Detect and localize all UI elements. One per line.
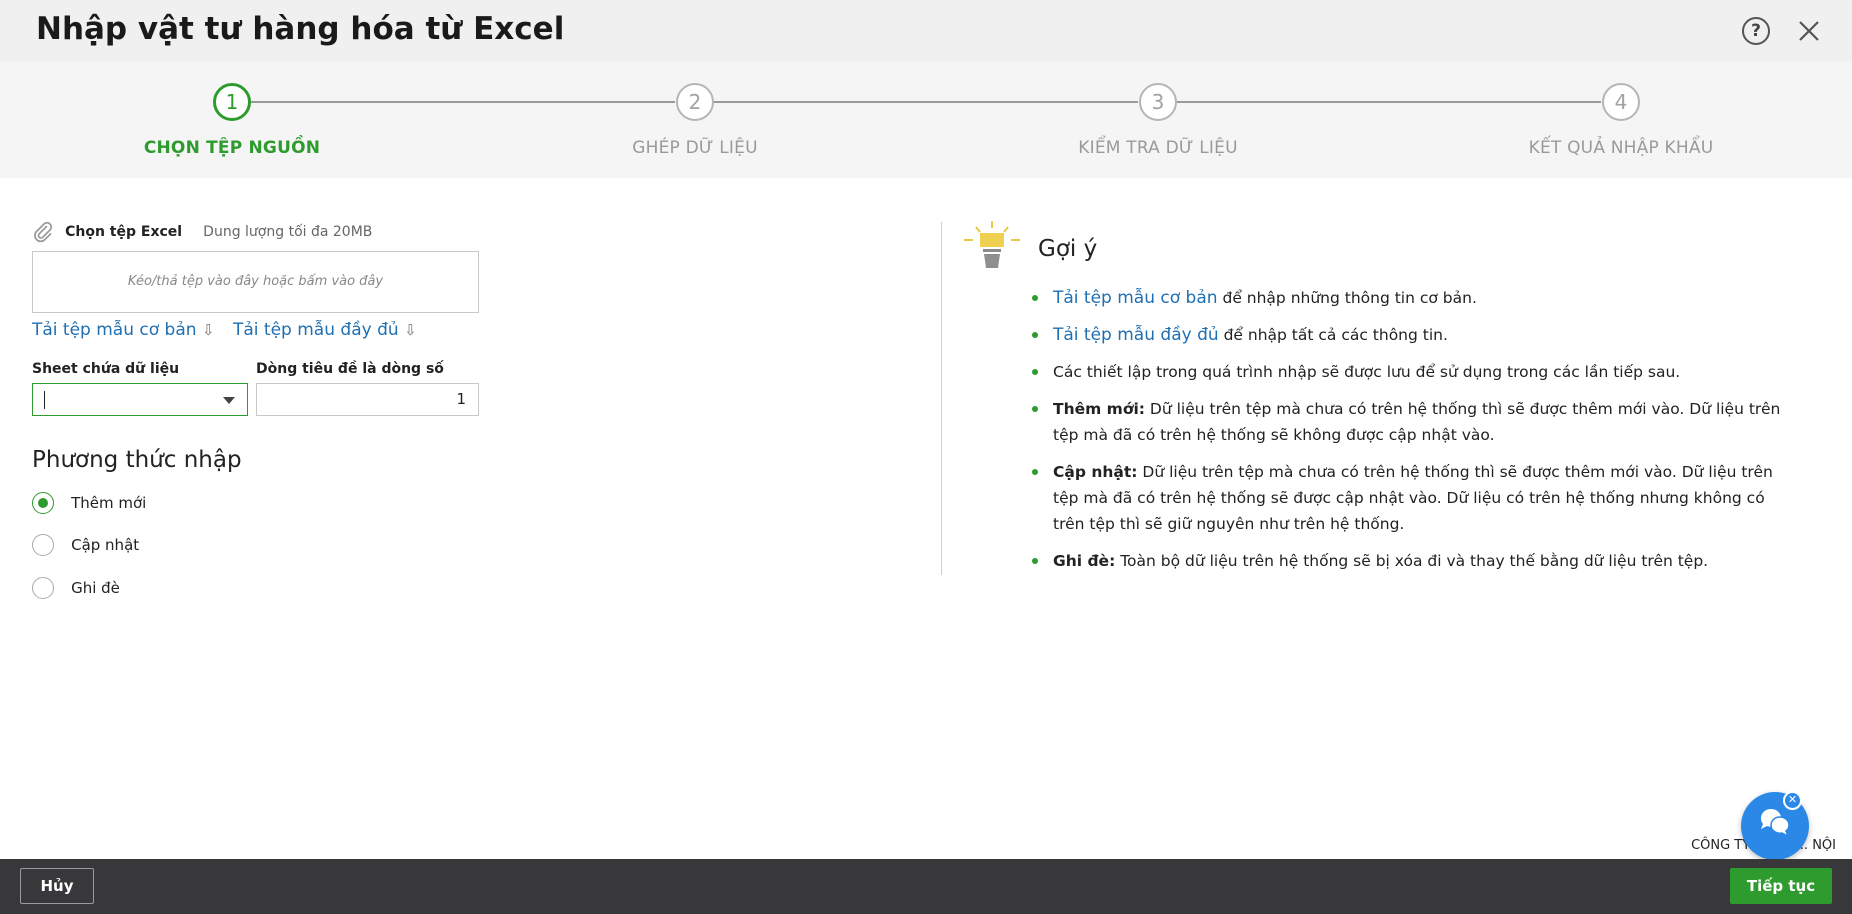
file-section-header: Chọn tệp Excel Dung lượng tối đa 20MB — [32, 221, 372, 243]
radio-button[interactable] — [32, 577, 54, 599]
radio-label: Ghi đè — [71, 579, 120, 597]
hint-full-template-link[interactable]: Tải tệp mẫu đầy đủ — [1053, 325, 1219, 345]
step-number: 3 — [1139, 83, 1177, 121]
step-choose-source: 1 CHỌN TỆP NGUỒN — [102, 83, 362, 158]
arrow-down-icon: ⇩ — [201, 321, 215, 339]
step-import-result: 4 KẾT QUẢ NHẬP KHẨU — [1491, 83, 1751, 158]
radio-button[interactable] — [32, 492, 54, 514]
download-full-template-link[interactable]: Tải tệp mẫu đầy đủ ⇩ — [233, 320, 417, 340]
hints-title: Gợi ý — [1038, 236, 1098, 262]
download-basic-label: Tải tệp mẫu cơ bản — [32, 320, 197, 340]
step-number: 1 — [213, 83, 251, 121]
step-number: 2 — [676, 83, 714, 121]
download-full-label: Tải tệp mẫu đầy đủ — [233, 320, 399, 340]
step-check-data: 3 KIỂM TRA DỮ LIỆU — [1028, 83, 1288, 158]
download-basic-template-link[interactable]: Tải tệp mẫu cơ bản ⇩ — [32, 320, 215, 340]
radio-label: Thêm mới — [71, 494, 147, 512]
radio-button[interactable] — [32, 534, 54, 556]
hint-item: Tải tệp mẫu đầy đủ để nhập tất cả các th… — [1032, 322, 1792, 348]
cancel-button[interactable]: Hủy — [20, 868, 94, 904]
hint-item: Cập nhật: Dữ liệu trên tệp mà chưa có tr… — [1032, 459, 1792, 537]
hints-list: Tải tệp mẫu cơ bản để nhập những thông t… — [1032, 285, 1792, 585]
step-number: 4 — [1602, 83, 1640, 121]
lightbulb-icon — [964, 221, 1020, 268]
hint-text: để nhập những thông tin cơ bản. — [1217, 289, 1477, 307]
hint-item: Tải tệp mẫu cơ bản để nhập những thông t… — [1032, 285, 1792, 311]
dialog-footer: Hủy Tiếp tục — [0, 859, 1852, 914]
file-size-hint: Dung lượng tối đa 20MB — [203, 224, 373, 240]
next-button[interactable]: Tiếp tục — [1730, 868, 1832, 904]
hint-basic-template-link[interactable]: Tải tệp mẫu cơ bản — [1053, 288, 1218, 308]
radio-overwrite[interactable]: Ghi đè — [32, 577, 120, 599]
header-row-label: Dòng tiêu đề là dòng số — [256, 361, 444, 377]
sheet-label: Sheet chứa dữ liệu — [32, 361, 180, 377]
chat-close-icon[interactable]: ✕ — [1783, 791, 1802, 810]
header-row-input[interactable]: 1 — [256, 383, 479, 416]
arrow-down-icon: ⇩ — [404, 321, 417, 339]
step-label: GHÉP DỮ LIỆU — [632, 138, 758, 158]
step-map-data: 2 GHÉP DỮ LIỆU — [565, 83, 825, 158]
help-icon[interactable]: ? — [1742, 17, 1770, 45]
hint-item: Các thiết lập trong quá trình nhập sẽ đư… — [1032, 359, 1792, 385]
file-dropzone[interactable]: Kéo/thả tệp vào đây hoặc bấm vào đây — [32, 251, 479, 313]
step-label: CHỌN TỆP NGUỒN — [143, 138, 321, 158]
dialog-title: Nhập vật tư hàng hóa từ Excel — [36, 11, 565, 47]
text-cursor — [44, 391, 45, 409]
close-icon[interactable] — [1794, 16, 1824, 46]
hint-text: Dữ liệu trên tệp mà chưa có trên hệ thốn… — [1053, 463, 1773, 533]
radio-update[interactable]: Cập nhật — [32, 534, 139, 556]
hint-bold: Cập nhật: — [1053, 463, 1138, 481]
step-label: KẾT QUẢ NHẬP KHẨU — [1528, 138, 1714, 158]
file-label: Chọn tệp Excel — [65, 224, 183, 240]
hint-text: Toàn bộ dữ liệu trên hệ thống sẽ bị xóa … — [1115, 552, 1709, 570]
radio-add-new[interactable]: Thêm mới — [32, 492, 146, 514]
hint-text: Dữ liệu trên tệp mà chưa có trên hệ thốn… — [1053, 400, 1781, 444]
panel-divider — [941, 222, 942, 575]
hint-item: Thêm mới: Dữ liệu trên tệp mà chưa có tr… — [1032, 396, 1792, 448]
radio-label: Cập nhật — [71, 536, 140, 554]
hint-item: Ghi đè: Toàn bộ dữ liệu trên hệ thống sẽ… — [1032, 548, 1792, 574]
dialog-header: Nhập vật tư hàng hóa từ Excel ? — [0, 0, 1852, 62]
sheet-select[interactable] — [32, 383, 248, 416]
step-label: KIỂM TRA DỮ LIỆU — [1078, 138, 1238, 158]
hint-text: Các thiết lập trong quá trình nhập sẽ đư… — [1053, 363, 1681, 381]
chevron-down-icon[interactable] — [223, 397, 235, 404]
hint-text: để nhập tất cả các thông tin. — [1218, 326, 1448, 344]
paperclip-icon — [34, 221, 53, 243]
wizard-stepper: 1 CHỌN TỆP NGUỒN 2 GHÉP DỮ LIỆU 3 KIỂM T… — [0, 62, 1852, 178]
import-method-title: Phương thức nhập — [32, 447, 242, 473]
hint-bold: Ghi đè: — [1053, 552, 1116, 570]
hint-bold: Thêm mới: — [1053, 400, 1145, 418]
